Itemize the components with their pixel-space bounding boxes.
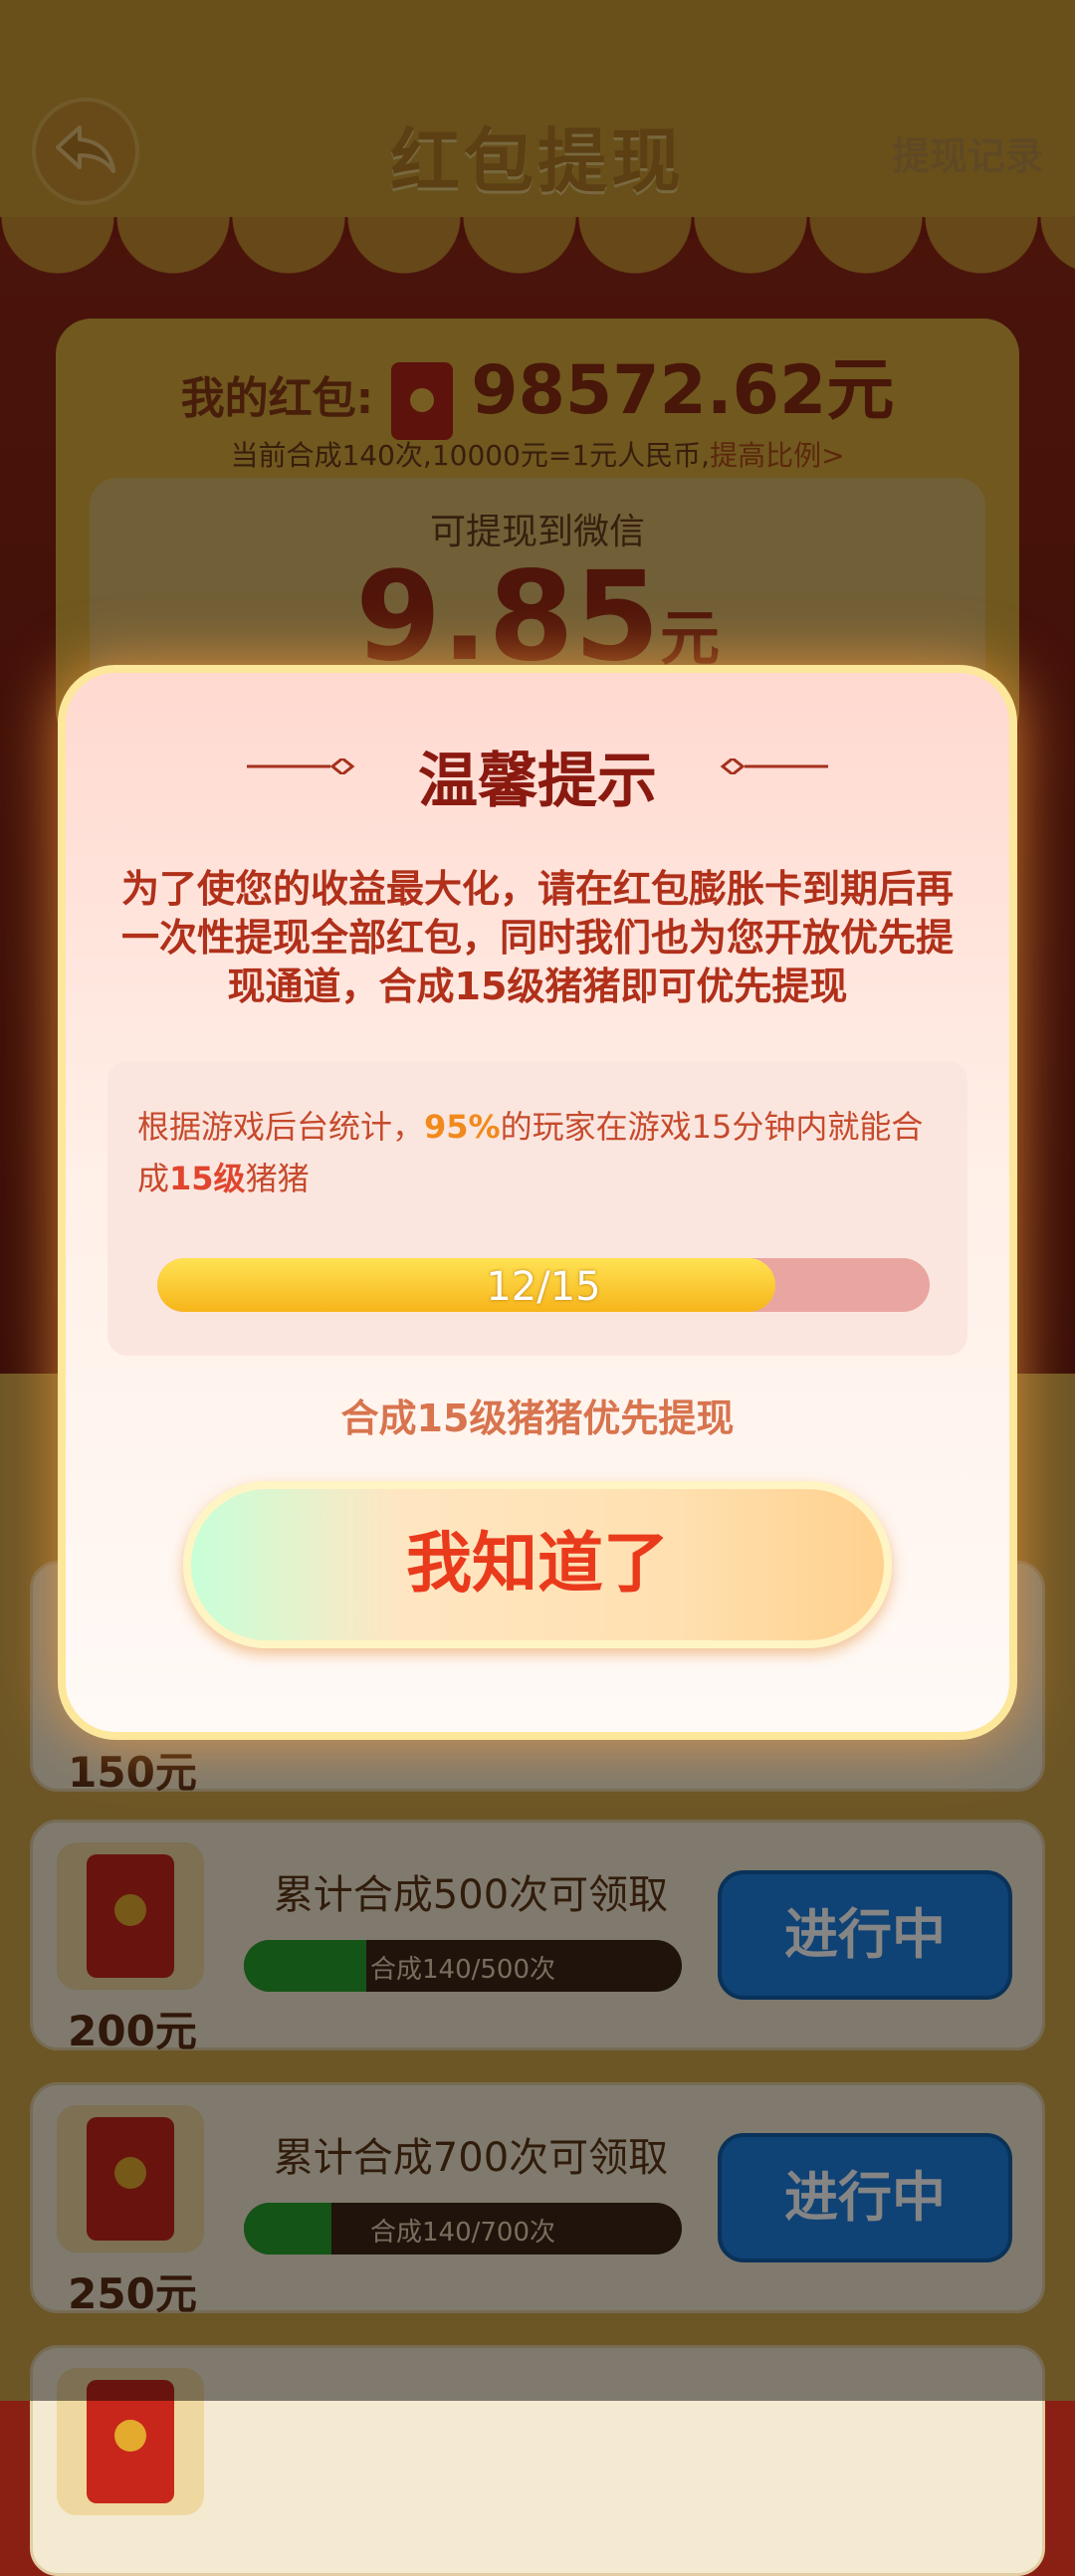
tip-dialog: 温馨提示 为了使您的收益最大化，请在红包膨胀卡到期后再一次性提现全部红包，同时我… [58, 665, 1017, 1740]
stats-percent: 95% [424, 1108, 501, 1146]
dialog-message: 为了使您的收益最大化，请在红包膨胀卡到期后再一次性提现全部红包，同时我们也为您开… [120, 867, 954, 1008]
priority-withdraw-text: 合成15级猪猪优先提现 [340, 1396, 735, 1440]
stats-text-part3: 猪猪 [245, 1160, 310, 1197]
stats-info-box: 根据游戏后台统计，95%的玩家在游戏15分钟内就能合成15级猪猪 12/15 [108, 1061, 968, 1356]
stats-text: 根据游戏后台统计，95%的玩家在游戏15分钟内就能合成15级猪猪 [137, 1101, 948, 1204]
got-it-button[interactable]: 我知道了 [183, 1481, 892, 1648]
dialog-title: 温馨提示 [418, 747, 657, 816]
level-progress-bar: 12/15 [157, 1258, 930, 1312]
title-ornament-right-icon [720, 758, 828, 774]
level-progress-label: 12/15 [486, 1264, 601, 1310]
stats-text-part1: 根据游戏后台统计， [137, 1108, 425, 1146]
stats-level: 15级 [169, 1160, 246, 1197]
